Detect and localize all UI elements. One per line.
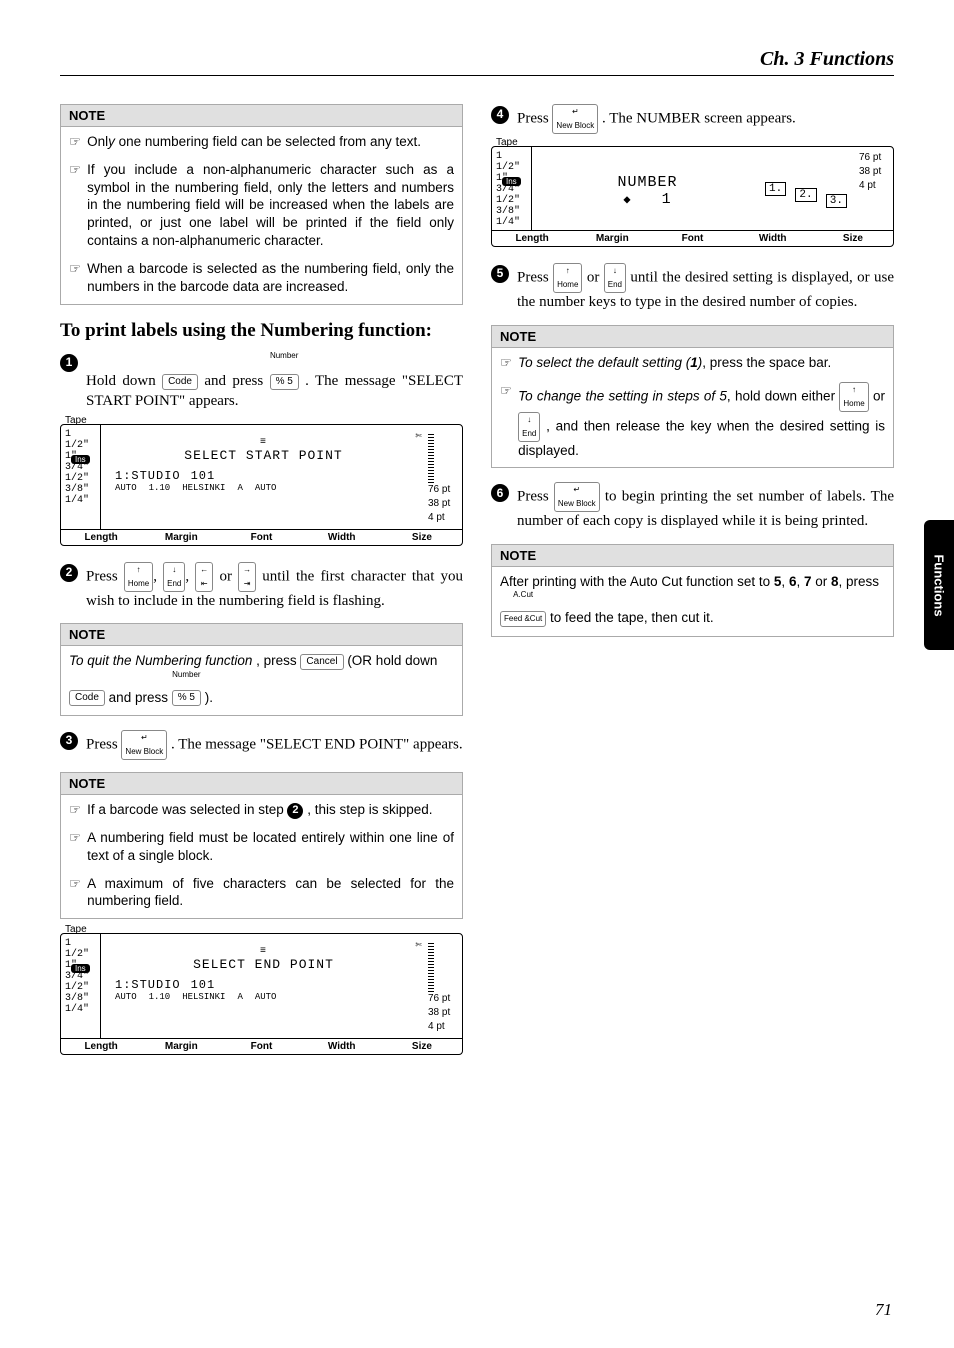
header-rule: [60, 75, 894, 76]
enter-key: ↵New Block: [552, 104, 598, 134]
step-ref-icon: 2: [287, 803, 303, 819]
scissor-icon: ✄: [415, 938, 422, 952]
note-text: If you include a non-alphanumeric charac…: [87, 161, 454, 250]
step-text: or: [587, 269, 604, 285]
note-text: When a barcode is selected as the number…: [87, 260, 454, 296]
step-5: 5 Press ↑Home or ↓End until the desired …: [491, 263, 894, 313]
step-1: 1 Hold down Code and press Number % 5 . …: [60, 352, 463, 411]
note-box-4: NOTE ☞ To select the default setting (1)…: [491, 325, 894, 469]
enter-key: ↵New Block: [121, 730, 167, 760]
left-column: NOTE ☞ Only one numbering field can be s…: [60, 104, 463, 1071]
lcd-number: Tape 1 1/2"1" 3/4"1/2" 3/8"1/4" Ins NUMB…: [491, 146, 894, 247]
note-box-5: NOTE After printing with the Auto Cut fu…: [491, 544, 894, 637]
step-number-icon: 4: [491, 106, 509, 124]
pointer-icon: ☞: [69, 801, 81, 819]
step-4: 4 Press ↵New Block . The NUMBER screen a…: [491, 104, 894, 134]
step-text: . The NUMBER screen appears.: [602, 110, 796, 126]
pointer-icon: ☞: [500, 354, 512, 372]
right-column: 4 Press ↵New Block . The NUMBER screen a…: [491, 104, 894, 1071]
percent5-key: % 5: [270, 374, 299, 390]
step-3: 3 Press ↵New Block . The message "SELECT…: [60, 730, 463, 760]
step-text: Press: [86, 568, 124, 584]
step-number-icon: 1: [60, 354, 78, 372]
step-number-icon: 5: [491, 265, 509, 283]
tape-label: Tape: [65, 924, 87, 935]
pointer-icon: ☞: [69, 875, 81, 911]
note-text: To select the default setting (1), press…: [518, 354, 831, 372]
lcd-footer: LengthMargin FontWidth Size: [61, 529, 462, 545]
code-key: Code: [162, 374, 198, 390]
note-box-1: NOTE ☞ Only one numbering field can be s…: [60, 104, 463, 305]
note-box-2: NOTE To quit the Numbering function , pr…: [60, 623, 463, 716]
right-key: →⇥: [238, 562, 256, 592]
section-heading: To print labels using the Numbering func…: [60, 319, 463, 343]
side-tab-label: Functions: [932, 554, 947, 616]
step-number-icon: 2: [60, 564, 78, 582]
end-key: ↓End: [163, 562, 185, 592]
code-key: Code: [69, 690, 105, 706]
step-2: 2 Press ↑Home, ↓End, ←⇤ or →⇥ until the …: [60, 562, 463, 612]
number-label: Number: [270, 352, 298, 360]
scissor-icon: ✄: [415, 429, 422, 443]
updown-icon: ◆: [623, 193, 631, 207]
note-text: A numbering field must be located entire…: [87, 829, 454, 865]
pointer-icon: ☞: [69, 829, 81, 865]
note-heading: NOTE: [61, 773, 462, 795]
lcd-footer: LengthMargin FontWidth Size: [61, 1038, 462, 1054]
pointer-icon: ☞: [69, 161, 81, 250]
step-text: or: [219, 568, 238, 584]
note-heading: NOTE: [492, 326, 893, 348]
tape-label: Tape: [65, 415, 87, 426]
pointer-icon: ☞: [69, 260, 81, 296]
percent5-key: % 5: [172, 690, 201, 706]
cancel-key: Cancel: [300, 654, 343, 670]
note-text: A maximum of five characters can be sele…: [87, 875, 454, 911]
step-text: Hold down: [86, 373, 162, 389]
note-text: To quit the Numbering function: [69, 653, 252, 668]
step-text: Press: [517, 489, 554, 505]
note-text: To change the setting in steps of 5, hol…: [518, 382, 885, 460]
lcd-select-start: Tape 1 1/2"1" 3/4"1/2" 3/8"1/4" ✄ Ins ≡S…: [60, 424, 463, 546]
ins-indicator: Ins: [71, 964, 90, 973]
ins-indicator: Ins: [71, 455, 90, 464]
step-number-icon: 3: [60, 732, 78, 750]
note-heading: NOTE: [61, 624, 462, 646]
lcd-select-end: Tape 1 1/2"1" 3/4"1/2" 3/8"1/4" ✄ Ins ≡S…: [60, 933, 463, 1055]
step-text: Press: [86, 737, 121, 753]
step-6: 6 Press ↵New Block to begin printing the…: [491, 482, 894, 532]
tape-label: Tape: [496, 137, 518, 148]
step-text: . The message "SELECT END POINT" appears…: [171, 737, 463, 753]
home-key: ↑Home: [839, 382, 868, 412]
home-key: ↑Home: [124, 562, 153, 592]
note-heading: NOTE: [492, 545, 893, 567]
note-text: Only one numbering field can be selected…: [87, 133, 421, 151]
note-box-3: NOTE ☞ If a barcode was selected in step…: [60, 772, 463, 919]
lcd-footer: LengthMargin FontWidth Size: [492, 230, 893, 246]
end-key: ↓End: [604, 263, 626, 293]
pointer-icon: ☞: [69, 133, 81, 151]
enter-key: ↵New Block: [554, 482, 600, 512]
end-key: ↓End: [518, 412, 540, 442]
home-key: ↑Home: [553, 263, 582, 293]
note-text: If a barcode was selected in step 2 , th…: [87, 801, 432, 819]
page-number: 71: [875, 1300, 892, 1320]
step-number-icon: 6: [491, 484, 509, 502]
note-heading: NOTE: [61, 105, 462, 127]
step-text: Press: [517, 269, 553, 285]
step-text: and press: [204, 373, 269, 389]
side-tab: Functions: [924, 520, 954, 650]
feed-key: Feed &Cut: [500, 611, 546, 627]
chapter-heading: Ch. 3 Functions: [60, 48, 894, 71]
step-text: Press: [517, 110, 552, 126]
ins-indicator: Ins: [502, 177, 521, 186]
pointer-icon: ☞: [500, 382, 512, 460]
left-key: ←⇤: [195, 562, 213, 592]
